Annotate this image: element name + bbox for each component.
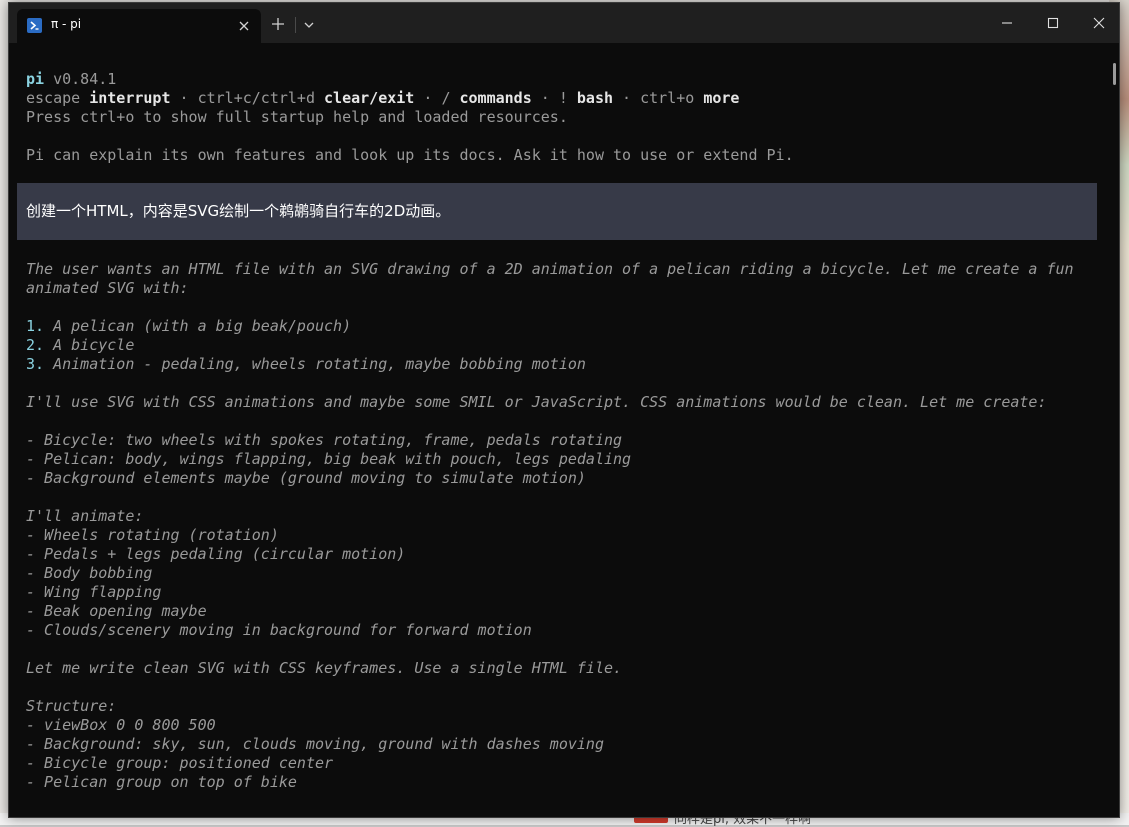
bullet-line: - Clouds/scenery moving in background fo…: [26, 621, 532, 639]
bullet-line: - Pedals + legs pedaling (circular motio…: [26, 545, 406, 563]
action-clear-exit: clear/exit: [324, 89, 415, 107]
bullet-line: - Background: sky, sun, clouds moving, g…: [26, 735, 604, 753]
list-item: 3. Animation - pedaling, wheels rotating…: [26, 355, 586, 374]
thinking-line: The user wants an HTML file with an SVG …: [26, 260, 1074, 278]
list-text: Animation - pedaling, wheels rotating, m…: [44, 355, 586, 373]
separator: ·: [613, 89, 641, 107]
list-number: 1.: [26, 317, 45, 335]
key-bang: !: [558, 89, 568, 107]
maximize-icon[interactable]: [1041, 11, 1065, 35]
terminal-content[interactable]: pi v0.84.1 escape interrupt · ctrl+c/ctr…: [9, 43, 1119, 817]
thinking-line: I'll animate:: [26, 507, 144, 525]
minimize-icon[interactable]: [995, 11, 1019, 35]
tab-pi[interactable]: π - pi: [17, 9, 261, 43]
thinking-line: Structure:: [26, 697, 117, 715]
version-line: pi v0.84.1: [26, 70, 116, 89]
separator: ·: [414, 89, 442, 107]
bullet-line: - Bicycle: two wheels with spokes rotati…: [26, 431, 623, 449]
powershell-icon: [27, 18, 42, 33]
chevron-down-icon[interactable]: [301, 17, 317, 33]
list-item: 2. A bicycle: [26, 336, 134, 355]
separator: ·: [531, 89, 559, 107]
list-number: 3.: [26, 355, 45, 373]
help-line: escape interrupt · ctrl+c/ctrl+d clear/e…: [26, 89, 739, 108]
bullet-line: - Pelican: body, wings flapping, big bea…: [26, 450, 632, 468]
bullet-line: - Pelican group on top of bike: [26, 773, 297, 791]
key-slash: /: [441, 89, 451, 107]
thinking-line: Let me write clean SVG with CSS keyframe…: [26, 659, 623, 677]
scrollbar-thumb[interactable]: [1113, 63, 1116, 85]
action-interrupt: interrupt: [89, 89, 171, 107]
action-commands: commands: [459, 89, 532, 107]
intro-text: Pi can explain its own features and look…: [26, 146, 794, 164]
tab-title: π - pi: [51, 17, 82, 31]
app-version: v0.84.1: [53, 70, 117, 88]
startup-hint: Press ctrl+o to show full startup help a…: [26, 108, 568, 126]
app-name: pi: [26, 70, 45, 88]
new-tab-plus-icon[interactable]: [269, 15, 287, 33]
tab-close-icon[interactable]: [235, 17, 253, 35]
bullet-line: - Beak opening maybe: [26, 602, 207, 620]
close-icon[interactable]: [1087, 11, 1111, 35]
bullet-line: - viewBox 0 0 800 500: [26, 716, 216, 734]
bullet-line: - Wheels rotating (rotation): [26, 526, 279, 544]
bullet-line: - Bicycle group: positioned center: [26, 754, 334, 772]
user-message-block: 创建一个HTML，内容是SVG绘制一个鹈鹕骑自行车的2D动画。: [17, 183, 1097, 240]
action-bash: bash: [576, 89, 614, 107]
tab-divider: [295, 17, 296, 33]
bullet-line: - Body bobbing: [26, 564, 153, 582]
terminal-window: π - pi pi v0.84.1 escape interrupt · ctr…: [8, 2, 1120, 818]
key-ctrl-o: ctrl+o: [640, 89, 695, 107]
user-message: 创建一个HTML，内容是SVG绘制一个鹈鹕骑自行车的2D动画。: [26, 202, 451, 220]
list-number: 2.: [26, 336, 45, 354]
key-ctrl-c: ctrl+c/ctrl+d: [197, 89, 315, 107]
bullet-line: - Background elements maybe (ground movi…: [26, 469, 586, 487]
thinking-line: I'll use SVG with CSS animations and may…: [26, 393, 1047, 411]
list-text: A bicycle: [44, 336, 135, 354]
list-text: A pelican (with a big beak/pouch): [44, 317, 352, 335]
bullet-line: - Wing flapping: [26, 583, 162, 601]
separator: ·: [170, 89, 198, 107]
action-more: more: [703, 89, 740, 107]
list-item: 1. A pelican (with a big beak/pouch): [26, 317, 351, 336]
thinking-line: animated SVG with:: [26, 279, 189, 297]
title-bar[interactable]: π - pi: [9, 3, 1119, 43]
key-escape: escape: [26, 89, 81, 107]
